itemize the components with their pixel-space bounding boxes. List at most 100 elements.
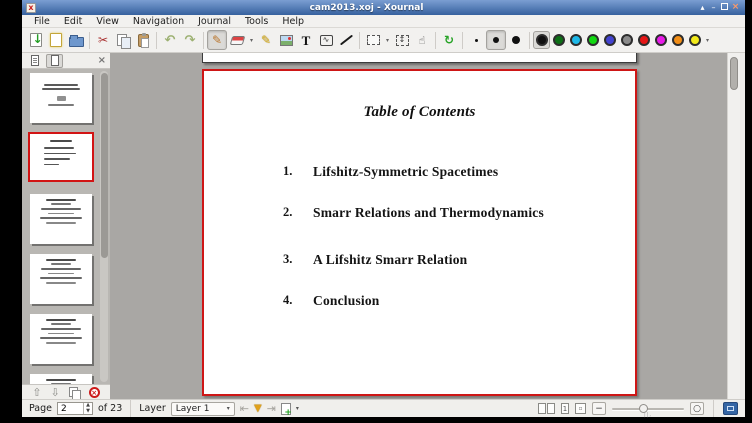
thumbnail-page-2-selected[interactable] <box>30 134 92 180</box>
spinner-arrows[interactable]: ▲ ▼ <box>83 403 92 414</box>
copy-button[interactable] <box>113 30 133 50</box>
color-green-button[interactable] <box>584 31 601 49</box>
spin-down-icon[interactable]: ▼ <box>84 409 92 415</box>
thumbnail-page-1[interactable] <box>30 73 92 123</box>
toc-item-number: 2. <box>283 205 292 220</box>
open-button[interactable] <box>66 30 86 50</box>
sidebar-header: × <box>22 53 110 69</box>
page-number-input[interactable] <box>58 403 83 414</box>
layers-tab-button[interactable] <box>26 54 43 68</box>
move-page-up-button[interactable]: ⇧ <box>32 387 41 398</box>
previous-page-edge[interactable] <box>202 53 637 63</box>
color-blue-icon <box>604 34 616 46</box>
select-rectangle-button[interactable] <box>363 30 383 50</box>
shape-recognizer-button[interactable]: ∿ <box>316 30 336 50</box>
page-number-spinner[interactable]: ▲ ▼ <box>57 402 93 415</box>
thumbnail-page-6[interactable] <box>30 374 92 384</box>
color-options-dropdown[interactable]: ▾ <box>703 30 712 50</box>
duplicate-page-icon[interactable] <box>69 387 80 398</box>
thumbnail-page-3[interactable] <box>30 194 92 244</box>
menu-edit[interactable]: Edit <box>57 16 89 27</box>
thumbnail-page-4[interactable] <box>30 254 92 304</box>
save-button[interactable]: ↓ <box>26 30 46 50</box>
canvas-scrollbar[interactable] <box>727 53 740 399</box>
color-gray-button[interactable] <box>618 31 635 49</box>
vertical-space-button[interactable]: ↕ <box>392 30 412 50</box>
menu-help[interactable]: Help <box>275 16 311 27</box>
save-icon: ↓ <box>30 33 42 47</box>
fullscreen-button[interactable] <box>723 402 738 415</box>
add-page-button[interactable] <box>281 403 291 415</box>
default-pen-button[interactable]: ↻ <box>439 30 459 50</box>
layer-select[interactable]: Layer 1 ▾ <box>171 402 235 416</box>
title-bar[interactable]: x cam2013.xoj - Xournal ▴ – × <box>22 0 745 15</box>
color-black-button[interactable] <box>533 31 550 49</box>
current-page[interactable]: Table of Contents 1. Lifshitz-Symmetric … <box>202 69 637 396</box>
cut-button[interactable]: ✂ <box>93 30 113 50</box>
pen-size-medium-button[interactable] <box>486 30 506 50</box>
menu-tools[interactable]: Tools <box>238 16 275 27</box>
paste-button[interactable] <box>133 30 153 50</box>
undo-button[interactable]: ↶ <box>160 30 180 50</box>
text-tool-button[interactable]: T <box>296 30 316 50</box>
color-black-icon <box>536 34 548 46</box>
menu-navigation[interactable]: Navigation <box>126 16 191 27</box>
pages-tab-button[interactable] <box>46 54 63 68</box>
canvas-scrollbar-thumb[interactable] <box>730 57 738 90</box>
menu-journal[interactable]: Journal <box>191 16 238 27</box>
sidebar-page-actions: ⇧ ⇩ × <box>22 384 110 399</box>
select-options-dropdown[interactable]: ▾ <box>383 30 392 50</box>
toc-item-text: Smarr Relations and Thermodynamics <box>313 205 544 221</box>
goto-page-button[interactable]: ▼ <box>254 404 262 414</box>
zoom-normal-button[interactable]: ○ <box>690 402 704 415</box>
thumbnail-page-5[interactable] <box>30 314 92 364</box>
color-dark-green-icon <box>553 34 565 46</box>
color-yellow-button[interactable] <box>686 31 703 49</box>
highlighter-tool-button[interactable]: ✎ <box>256 30 276 50</box>
ruler-tool-button[interactable] <box>336 30 356 50</box>
minimize-button[interactable]: – <box>708 1 719 14</box>
sidebar-scrollbar[interactable] <box>100 71 108 382</box>
color-blue-button[interactable] <box>601 31 618 49</box>
move-page-down-button[interactable]: ⇩ <box>51 387 60 398</box>
toc-item-number: 3. <box>283 252 292 267</box>
eraser-options-dropdown[interactable]: ▾ <box>247 30 256 50</box>
two-page-view-button[interactable] <box>538 403 555 414</box>
zoom-out-button[interactable]: − <box>592 402 606 415</box>
shape-recognizer-icon: ∿ <box>320 35 333 46</box>
zoom-fit-button[interactable]: ▫ <box>575 403 586 414</box>
new-page-button[interactable] <box>46 30 66 50</box>
delete-page-button[interactable]: × <box>89 387 100 398</box>
menu-view[interactable]: View <box>89 16 126 27</box>
color-magenta-icon <box>655 34 667 46</box>
sidebar-close-icon[interactable]: × <box>98 55 106 66</box>
one-page-view-button[interactable]: 1 <box>561 403 569 414</box>
hand-tool-button[interactable]: ☝ <box>412 30 432 50</box>
maximize-button[interactable] <box>719 1 730 14</box>
color-dark-green-button[interactable] <box>550 31 567 49</box>
pen-size-fine-button[interactable] <box>466 30 486 50</box>
pen-size-thick-button[interactable] <box>506 30 526 50</box>
close-button[interactable]: × <box>730 1 741 14</box>
xournal-window: x cam2013.xoj - Xournal ▴ – × File Edit … <box>22 0 745 417</box>
last-page-button[interactable]: ⇥ <box>267 403 276 414</box>
color-magenta-button[interactable] <box>652 31 669 49</box>
layers-tab-icon <box>31 55 39 66</box>
redo-button[interactable]: ↷ <box>180 30 200 50</box>
menu-file[interactable]: File <box>27 16 57 27</box>
color-red-button[interactable] <box>635 31 652 49</box>
pen-tool-button[interactable]: ✎ <box>207 30 227 50</box>
add-page-dropdown[interactable]: ▾ <box>296 405 299 412</box>
sidebar-scrollbar-thumb[interactable] <box>101 73 108 258</box>
toolbar-separator <box>462 32 463 49</box>
eraser-tool-button[interactable] <box>227 30 247 50</box>
shade-button[interactable]: ▴ <box>697 1 708 14</box>
first-page-button[interactable]: ⇤ <box>240 403 249 414</box>
image-tool-button[interactable] <box>276 30 296 50</box>
menu-bar: File Edit View Navigation Journal Tools … <box>22 15 745 28</box>
ruler-icon <box>339 35 352 46</box>
color-light-blue-button[interactable] <box>567 31 584 49</box>
zoom-slider[interactable]: ||, <box>612 402 684 416</box>
document-canvas[interactable]: Table of Contents 1. Lifshitz-Symmetric … <box>110 53 727 399</box>
color-orange-button[interactable] <box>669 31 686 49</box>
